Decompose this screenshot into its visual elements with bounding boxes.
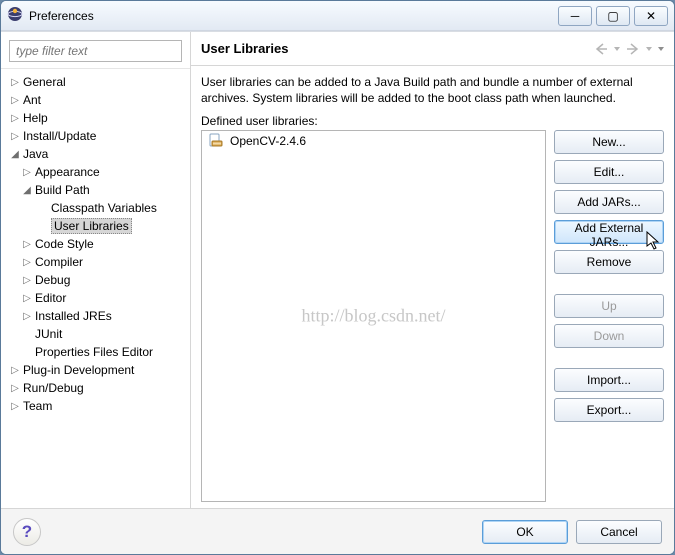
tree-item-help[interactable]: ▷Help [7,109,190,127]
tree-item-java[interactable]: ◢Java [7,145,190,163]
tree-item-java-buildpath[interactable]: ◢Build Path [7,181,190,199]
expand-icon[interactable]: ▷ [21,257,33,268]
expand-icon[interactable]: ▷ [21,239,33,250]
tree-item-java-codestyle[interactable]: ▷Code Style [7,235,190,253]
down-button[interactable]: Down [554,324,664,348]
tree-item-java-installed-jres[interactable]: ▷Installed JREs [7,307,190,325]
tree-item-java-editor[interactable]: ▷Editor [7,289,190,307]
remove-button[interactable]: Remove [554,250,664,274]
expand-icon[interactable]: ▷ [9,401,21,412]
minimize-button[interactable]: ─ [558,6,592,26]
tree-item-java-junit[interactable]: JUnit [7,325,190,343]
expand-icon[interactable]: ▷ [21,167,33,178]
add-external-jars-button[interactable]: Add External JARs... [554,220,664,244]
tree-item-java-propfiles[interactable]: Properties Files Editor [7,343,190,361]
view-menu-icon[interactable] [658,43,664,55]
tree-item-java-debug[interactable]: ▷Debug [7,271,190,289]
watermark-text: http://blog.csdn.net/ [302,306,446,327]
export-button[interactable]: Export... [554,398,664,422]
new-button[interactable]: New... [554,130,664,154]
preferences-tree-panel: ▷General ▷Ant ▷Help ▷Install/Update ◢Jav… [1,32,191,508]
tree-item-general[interactable]: ▷General [7,73,190,91]
page-title: User Libraries [201,41,594,56]
title-bar: Preferences ─ ▢ ✕ [1,1,674,31]
help-icon: ? [22,522,32,542]
tree-item-run-debug[interactable]: ▷Run/Debug [7,379,190,397]
expand-icon[interactable]: ▷ [9,383,21,394]
dialog-footer: ? OK Cancel [1,508,674,554]
forward-icon[interactable] [626,43,640,55]
dropdown-icon[interactable] [614,43,620,55]
app-icon [7,6,23,25]
defined-libraries-label: Defined user libraries: [201,114,664,128]
page-description: User libraries can be added to a Java Bu… [201,74,664,106]
main-panel: User Libraries User libraries can be add… [191,32,674,508]
tree-item-ant[interactable]: ▷Ant [7,91,190,109]
expand-icon[interactable]: ▷ [9,113,21,124]
list-item-label: OpenCV-2.4.6 [230,134,306,148]
tree-item-java-appearance[interactable]: ▷Appearance [7,163,190,181]
import-button[interactable]: Import... [554,368,664,392]
expand-icon[interactable]: ▷ [21,275,33,286]
cancel-button[interactable]: Cancel [576,520,662,544]
defined-libraries-list[interactable]: OpenCV-2.4.6 http://blog.csdn.net/ [201,130,546,502]
tree-item-java-compiler[interactable]: ▷Compiler [7,253,190,271]
window-title: Preferences [29,9,558,23]
close-button[interactable]: ✕ [634,6,668,26]
up-button[interactable]: Up [554,294,664,318]
dropdown-icon[interactable] [646,43,652,55]
expand-icon[interactable]: ▷ [9,131,21,142]
tree-item-team[interactable]: ▷Team [7,397,190,415]
expand-icon[interactable]: ▷ [9,77,21,88]
collapse-icon[interactable]: ◢ [9,149,21,160]
expand-icon[interactable]: ▷ [21,311,33,322]
ok-button[interactable]: OK [482,520,568,544]
help-button[interactable]: ? [13,518,41,546]
expand-icon[interactable]: ▷ [21,293,33,304]
tree-item-plugin-dev[interactable]: ▷Plug-in Development [7,361,190,379]
back-icon[interactable] [594,43,608,55]
tree-item-classpath-variables[interactable]: Classpath Variables [7,199,190,217]
edit-button[interactable]: Edit... [554,160,664,184]
filter-input[interactable] [9,40,182,62]
add-jars-button[interactable]: Add JARs... [554,190,664,214]
library-icon [208,132,224,151]
tree-item-install-update[interactable]: ▷Install/Update [7,127,190,145]
preferences-tree[interactable]: ▷General ▷Ant ▷Help ▷Install/Update ◢Jav… [1,69,190,508]
expand-icon[interactable]: ▷ [9,95,21,106]
list-item[interactable]: OpenCV-2.4.6 [202,131,545,151]
maximize-button[interactable]: ▢ [596,6,630,26]
expand-icon[interactable]: ▷ [9,365,21,376]
tree-item-user-libraries[interactable]: User Libraries [7,217,190,235]
collapse-icon[interactable]: ◢ [21,185,33,196]
